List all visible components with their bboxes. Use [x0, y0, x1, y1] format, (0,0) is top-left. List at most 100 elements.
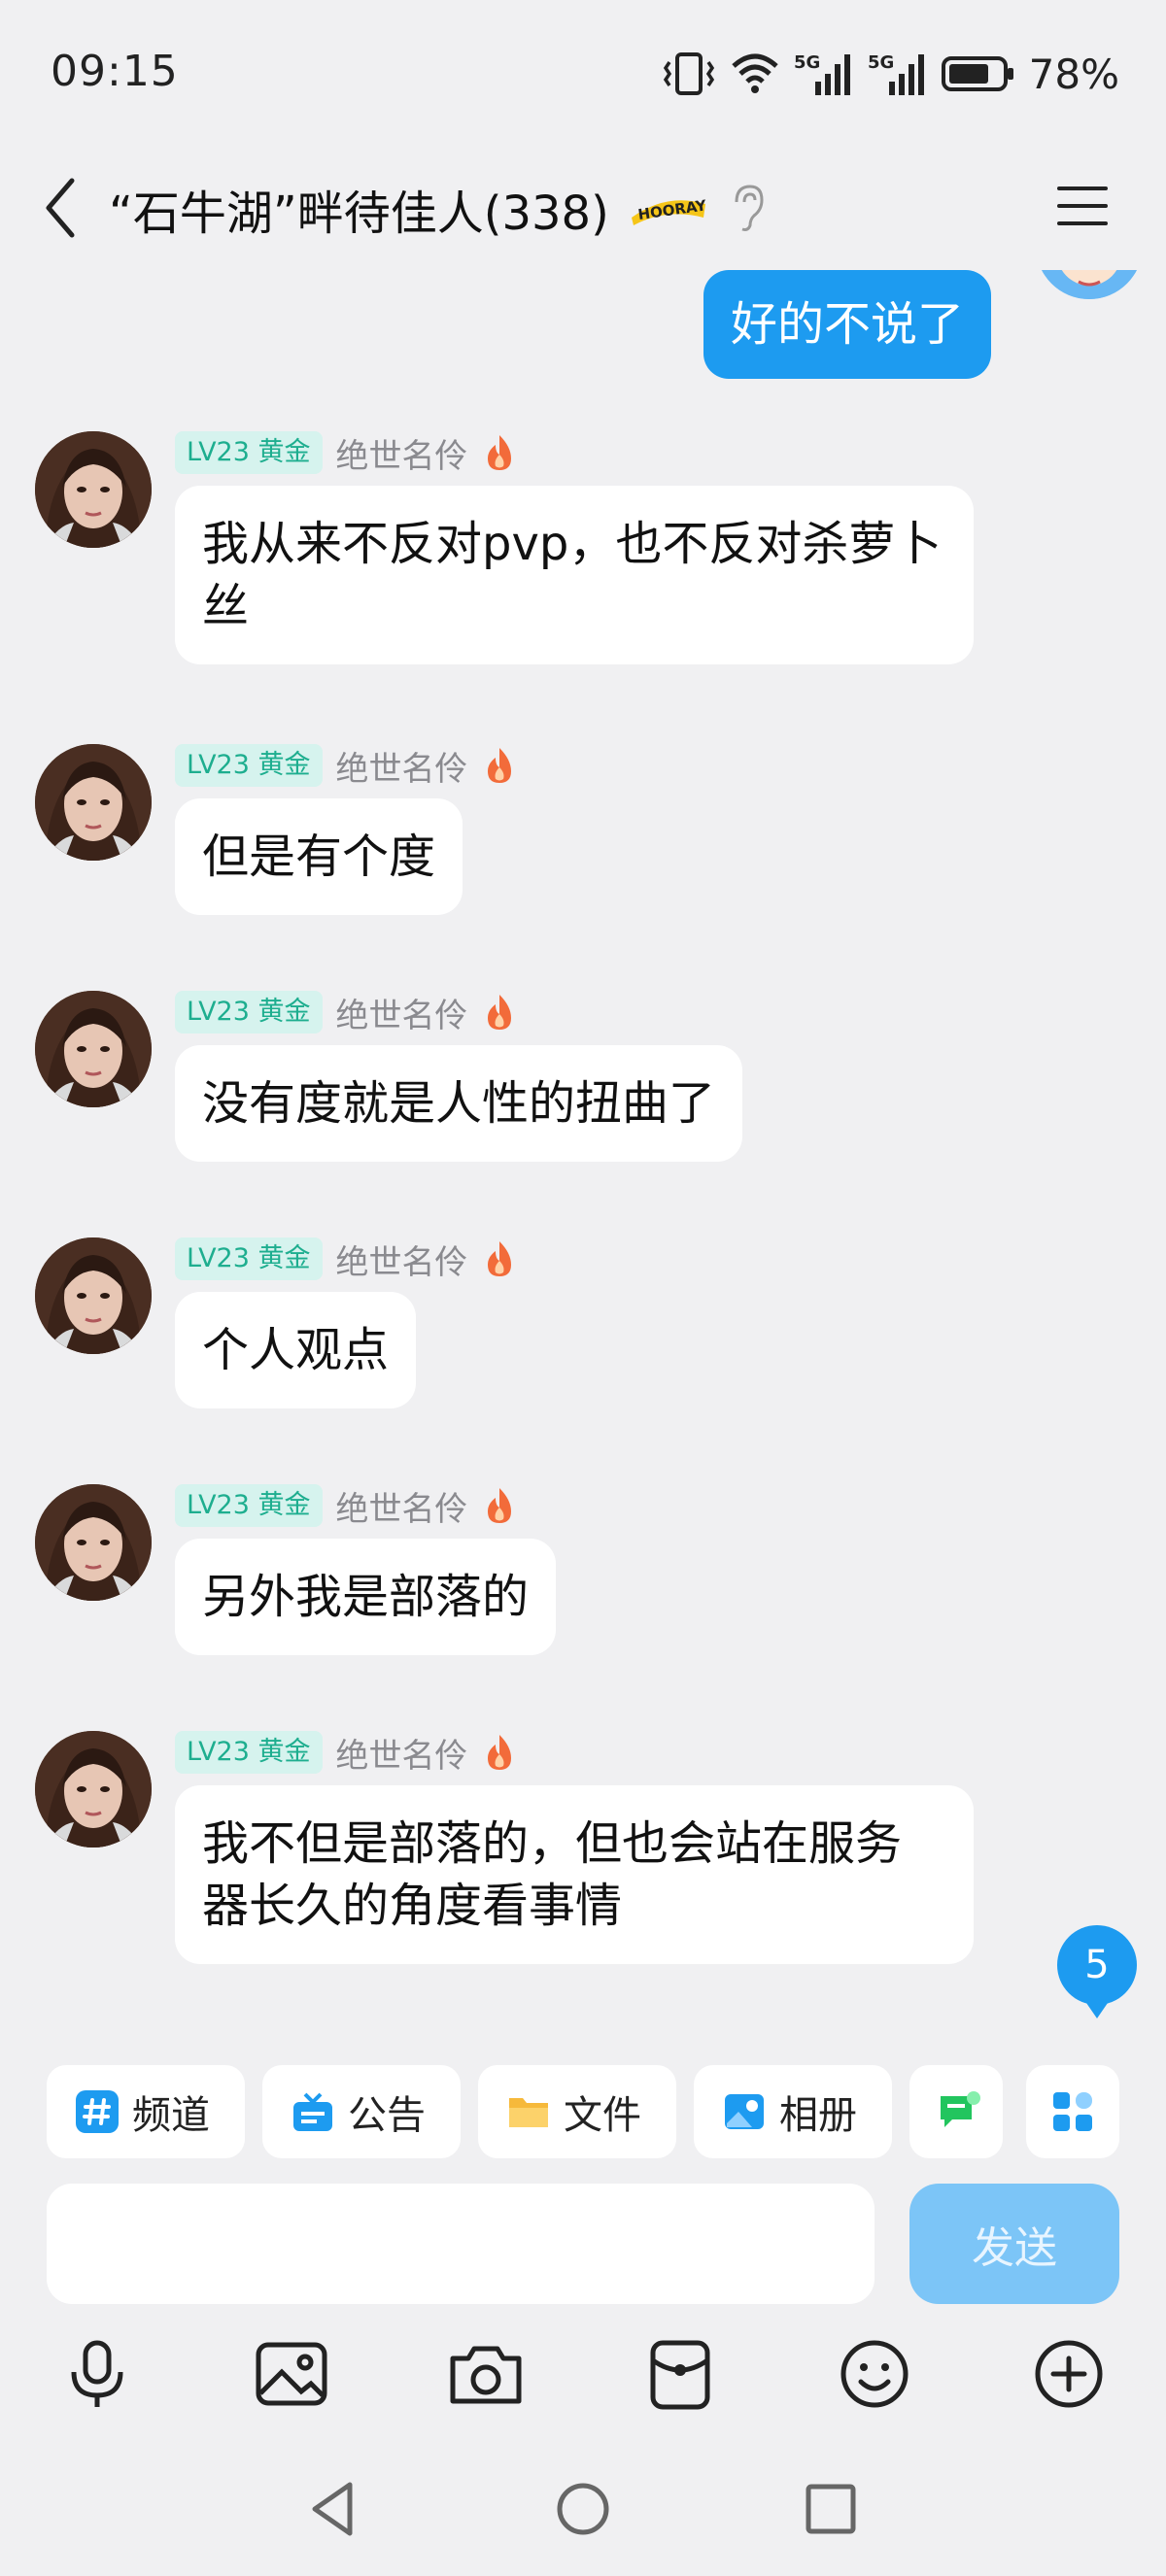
- avatar[interactable]: [35, 1731, 152, 1847]
- chat-title[interactable]: “石牛湖”畔待佳人(338): [109, 175, 609, 243]
- image-icon[interactable]: [253, 2335, 330, 2413]
- shortcut-label: 相册: [779, 2093, 857, 2138]
- sender-name[interactable]: 绝世名伶: [336, 1482, 468, 1530]
- hashtag-icon: [76, 2090, 119, 2133]
- battery-percent: 78%: [1028, 50, 1119, 98]
- message-bubble[interactable]: 但是有个度: [175, 798, 463, 915]
- ear-icon[interactable]: [729, 181, 768, 235]
- microphone-icon[interactable]: [58, 2335, 136, 2413]
- portrait-avatar-icon: [35, 744, 152, 861]
- red-packet-icon[interactable]: [641, 2335, 719, 2413]
- chat-message: LV23 黄金 绝世名伶 没有度就是人性的扭曲了: [0, 991, 1166, 1185]
- sender-name[interactable]: 绝世名伶: [336, 429, 468, 477]
- chat-messages[interactable]: 好的不说了 LV23 黄金 绝世名伶 我从来不反对pvp，也不反对杀萝卜丝 LV…: [0, 270, 1166, 2038]
- sender-meta: LV23 黄金 绝世名伶: [175, 1729, 517, 1777]
- status-bar: 09:15 5G 5G 78%: [0, 0, 1166, 146]
- battery-icon: [941, 56, 1013, 91]
- flame-icon: [487, 1735, 511, 1770]
- portrait-avatar-icon: [35, 1731, 152, 1847]
- portrait-avatar-icon: [35, 1237, 152, 1354]
- avatar[interactable]: [35, 744, 152, 861]
- chat-message: LV23 黄金 绝世名伶 个人观点: [0, 1237, 1166, 1432]
- portrait-avatar-icon: [35, 991, 152, 1107]
- self-avatar[interactable]: [1036, 270, 1143, 299]
- shortcut-apps[interactable]: [1026, 2065, 1119, 2158]
- input-row: 发送: [0, 2168, 1166, 2314]
- signal-5g-icon-1: 5G: [794, 52, 850, 95]
- menu-icon[interactable]: [1053, 177, 1112, 235]
- chat-message: LV23 黄金 绝世名伶 但是有个度: [0, 744, 1166, 938]
- input-toolbar: [0, 2316, 1166, 2432]
- wifi-icon: [731, 53, 778, 93]
- shortcut-album[interactable]: 相册: [694, 2065, 892, 2158]
- level-badge: LV23 黄金: [175, 744, 323, 787]
- apps-grid-icon: [1053, 2092, 1092, 2131]
- nav-back-icon[interactable]: [301, 2475, 369, 2543]
- portrait-avatar-icon: [35, 431, 152, 548]
- sender-name[interactable]: 绝世名伶: [336, 1236, 468, 1283]
- message-bubble[interactable]: 我从来不反对pvp，也不反对杀萝卜丝: [175, 486, 974, 664]
- signal-5g-icon-2: 5G: [868, 52, 924, 95]
- camera-icon[interactable]: [447, 2335, 525, 2413]
- sender-name[interactable]: 绝世名伶: [336, 742, 468, 790]
- level-badge: LV23 黄金: [175, 1484, 323, 1527]
- flame-icon: [487, 1488, 511, 1523]
- avatar[interactable]: [35, 1484, 152, 1601]
- flame-icon: [487, 1241, 511, 1276]
- avatar[interactable]: [35, 431, 152, 548]
- sender-meta: LV23 黄金 绝世名伶: [175, 1236, 517, 1283]
- flame-icon: [487, 748, 511, 783]
- shortcut-channel[interactable]: 频道: [47, 2065, 245, 2158]
- chat-message: LV23 黄金 绝世名伶 另外我是部落的: [0, 1484, 1166, 1678]
- avatar[interactable]: [35, 991, 152, 1107]
- folder-icon: [509, 2098, 548, 2127]
- sender-name[interactable]: 绝世名伶: [336, 989, 468, 1036]
- sender-meta: LV23 黄金 绝世名伶: [175, 989, 517, 1036]
- hooray-badge-icon: HOORAY: [632, 196, 708, 225]
- emoji-icon[interactable]: [836, 2335, 913, 2413]
- svg-text:5G: 5G: [794, 52, 820, 73]
- shortcut-bar: 频道 公告 文件 相册: [0, 2042, 1166, 2168]
- message-bubble[interactable]: 我不但是部落的，但也会站在服务器长久的角度看事情: [175, 1785, 974, 1964]
- flame-icon: [487, 995, 511, 1030]
- svg-text:5G: 5G: [868, 52, 894, 73]
- sender-name[interactable]: 绝世名伶: [336, 1729, 468, 1777]
- chat-message: LV23 黄金 绝世名伶 我不但是部落的，但也会站在服务器长久的角度看事情: [0, 1731, 1166, 1993]
- sender-meta: LV23 黄金 绝世名伶: [175, 742, 517, 790]
- shortcut-files[interactable]: 文件: [478, 2065, 676, 2158]
- chat-message: LV23 黄金 绝世名伶 我从来不反对pvp，也不反对杀萝卜丝: [0, 431, 1166, 694]
- portrait-avatar-icon: [35, 1484, 152, 1601]
- chat-plugin-icon: [941, 2091, 980, 2127]
- self-message-bubble[interactable]: 好的不说了: [703, 270, 991, 379]
- level-badge: LV23 黄金: [175, 991, 323, 1034]
- plus-icon[interactable]: [1030, 2335, 1108, 2413]
- message-bubble[interactable]: 没有度就是人性的扭曲了: [175, 1045, 743, 1162]
- level-badge: LV23 黄金: [175, 1731, 323, 1774]
- level-badge: LV23 黄金: [175, 1237, 323, 1280]
- message-input[interactable]: [47, 2184, 874, 2304]
- avatar[interactable]: [35, 1237, 152, 1354]
- shortcut-label: 频道: [132, 2093, 210, 2138]
- shortcut-label: 公告: [348, 2093, 426, 2138]
- shortcut-chat-plugin[interactable]: [909, 2065, 1003, 2158]
- shortcut-announcement[interactable]: 公告: [262, 2065, 461, 2158]
- status-icons: 5G 5G 78%: [662, 47, 1119, 101]
- back-icon[interactable]: [39, 167, 82, 249]
- system-navbar: [0, 2440, 1166, 2576]
- unread-count-badge[interactable]: 5: [1057, 1925, 1137, 2018]
- shortcut-label: 文件: [564, 2093, 641, 2138]
- self-message: 好的不说了: [0, 270, 1166, 387]
- nav-recents-icon[interactable]: [797, 2475, 865, 2543]
- announcement-icon: [293, 2092, 332, 2131]
- flame-icon: [487, 435, 511, 470]
- chat-header: “石牛湖”畔待佳人(338) HOORAY: [0, 146, 1166, 270]
- status-time: 09:15: [51, 47, 179, 96]
- send-button[interactable]: 发送: [909, 2184, 1119, 2304]
- cartoon-avatar-icon: [1042, 270, 1137, 299]
- message-bubble[interactable]: 另外我是部落的: [175, 1539, 557, 1655]
- vibrate-icon: [663, 52, 714, 95]
- sender-meta: LV23 黄金 绝世名伶: [175, 429, 517, 477]
- message-bubble[interactable]: 个人观点: [175, 1292, 417, 1408]
- nav-home-icon[interactable]: [549, 2475, 617, 2543]
- album-icon: [725, 2094, 764, 2129]
